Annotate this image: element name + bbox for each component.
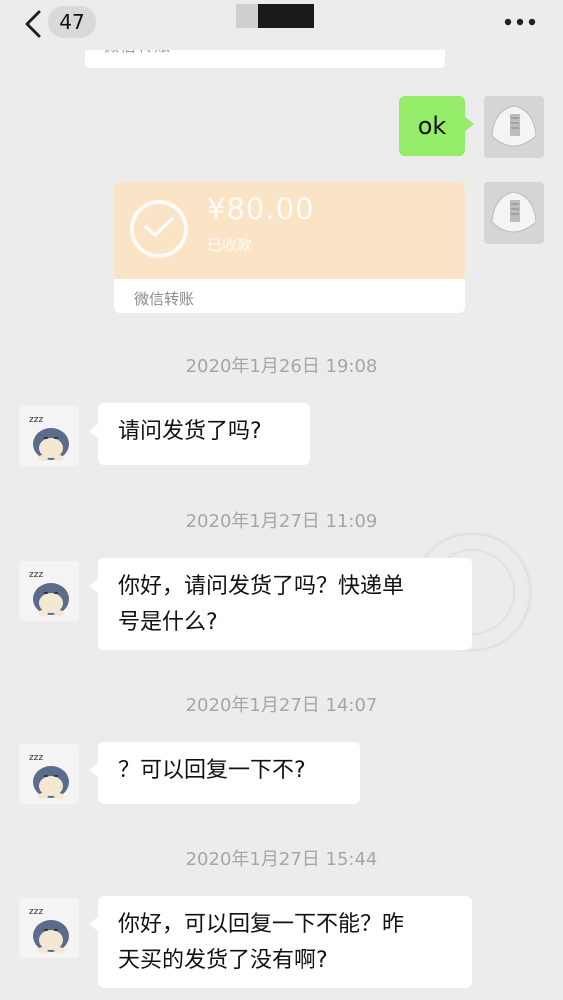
- received-message-bubble[interactable]: 你好，请问发货了吗？快递单 号是什么?: [89, 558, 472, 650]
- back-button[interactable]: [22, 9, 46, 39]
- chat-header: 47: [0, 0, 563, 50]
- contact-avatar[interactable]: zzz: [19, 744, 79, 804]
- message-text-line: 号是什么?: [118, 610, 218, 635]
- transfer-footer: 微信转账: [134, 290, 195, 308]
- message-text-line: 你好，请问发货了吗？快递单: [118, 574, 405, 599]
- unread-count-badge[interactable]: 47: [48, 6, 96, 38]
- message-timestamp: 2020年1月27日 14:07: [185, 695, 378, 716]
- snorlax-avatar-icon: zzz: [19, 406, 79, 466]
- transfer-card[interactable]: ¥80.00 已收款 微信转账: [114, 182, 465, 313]
- snorlax-avatar-icon: zzz: [19, 898, 79, 958]
- message-text-line: 你好，可以回复一下不能？昨: [118, 912, 405, 937]
- contact-avatar[interactable]: zzz: [19, 561, 79, 621]
- snorlax-avatar-icon: zzz: [19, 561, 79, 621]
- avatar-image-icon: [484, 182, 544, 244]
- transfer-card-top: ¥80.00 已收款: [114, 182, 465, 279]
- check-circle-icon: [130, 200, 188, 258]
- message-text: 请问发货了吗?: [118, 419, 262, 444]
- svg-text:zzz: zzz: [29, 415, 43, 425]
- more-button[interactable]: [503, 12, 537, 32]
- chevron-left-icon: [25, 10, 41, 38]
- chat-title-redacted: [236, 4, 314, 28]
- message-text-line: 天买的发货了没有啊?: [118, 948, 328, 973]
- received-message-bubble[interactable]: 请问发货了吗?: [89, 403, 310, 465]
- received-message-bubble[interactable]: ？可以回复一下不?: [89, 742, 360, 804]
- transfer-status: 已收款: [207, 236, 253, 254]
- svg-text:zzz: zzz: [29, 570, 43, 580]
- self-avatar[interactable]: [484, 96, 544, 158]
- more-dots-icon: [504, 18, 536, 26]
- sent-message-bubble[interactable]: ok: [399, 96, 474, 156]
- svg-text:zzz: zzz: [29, 907, 43, 917]
- contact-avatar[interactable]: zzz: [19, 406, 79, 466]
- message-text: ok: [417, 112, 447, 140]
- svg-text:zzz: zzz: [29, 753, 43, 763]
- chat-screen: 47 微信转账 ok: [0, 0, 563, 1000]
- self-avatar[interactable]: [484, 182, 544, 244]
- message-timestamp: 2020年1月27日 15:44: [185, 849, 378, 870]
- avatar-image-icon: [484, 96, 544, 158]
- snorlax-avatar-icon: zzz: [19, 744, 79, 804]
- contact-avatar[interactable]: zzz: [19, 898, 79, 958]
- transfer-amount: ¥80.00: [207, 192, 315, 226]
- message-timestamp: 2020年1月27日 11:09: [185, 511, 378, 532]
- message-timestamp: 2020年1月26日 19:08: [185, 356, 378, 377]
- message-text: ？可以回复一下不?: [118, 758, 306, 783]
- received-message-bubble[interactable]: 你好，可以回复一下不能？昨 天买的发货了没有啊?: [89, 896, 472, 988]
